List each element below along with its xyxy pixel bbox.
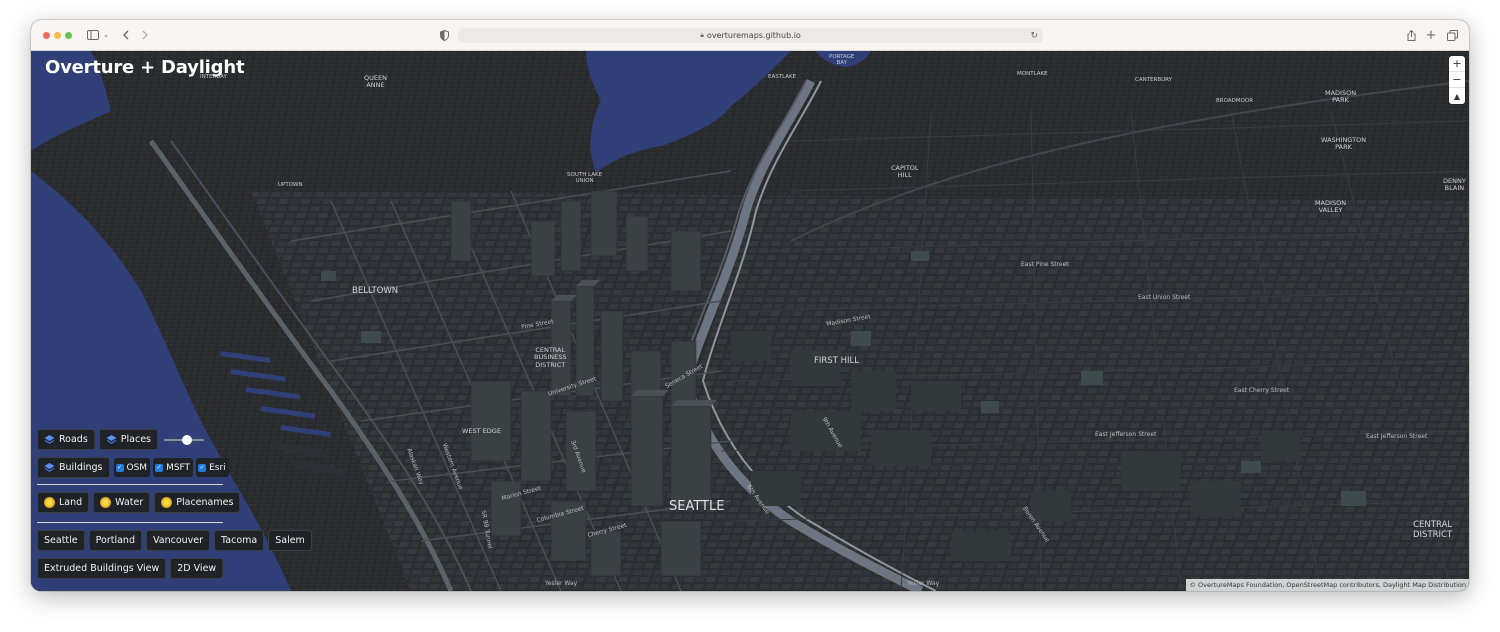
label-south-lake-union: SOUTH LAKE UNION: [567, 172, 603, 185]
address-url: overturemaps.github.io: [706, 31, 801, 40]
roads-toggle-button[interactable]: Roads: [37, 429, 95, 450]
sun-icon: [161, 497, 173, 508]
checkmark-icon: ✓: [198, 463, 207, 472]
places-label: Places: [120, 434, 152, 445]
view-button-row: Extruded Buildings View 2D View: [37, 558, 227, 579]
zoom-in-button[interactable]: +: [1449, 56, 1465, 72]
chevron-down-icon[interactable]: ⌄: [102, 27, 110, 43]
city-button-vancouver[interactable]: Vancouver: [146, 530, 211, 551]
road-label-yesler-way: Yesler Way: [545, 580, 578, 587]
label-capitol-hill: CAPITOL HILL: [891, 164, 919, 180]
buildings-label: Buildings: [59, 462, 103, 473]
checkmark-icon: ✓: [155, 463, 164, 472]
browser-toolbar: ⌄ 🔒︎ overturemaps.github.io ↻ +: [31, 20, 1469, 51]
label-belltown: BELLTOWN: [352, 286, 399, 296]
map-canvas[interactable]: Overture + Daylight INTERBAY QUEEN ANNE …: [31, 51, 1469, 591]
address-bar[interactable]: 🔒︎ overturemaps.github.io ↻: [458, 28, 1043, 43]
share-icon[interactable]: [1405, 27, 1417, 43]
placenames-label: Placenames: [176, 497, 234, 508]
osm-checkbox[interactable]: ✓ OSM: [113, 458, 151, 477]
compass-button[interactable]: ▲: [1449, 88, 1465, 104]
label-madison-park: MADISON PARK: [1325, 89, 1357, 105]
buildings-toggle-button[interactable]: Buildings: [37, 457, 110, 478]
esri-label: Esri: [209, 462, 226, 473]
label-montlake: MONTLAKE: [1017, 71, 1048, 77]
zoom-control: + − ▲: [1449, 56, 1465, 104]
esri-checkbox[interactable]: ✓ Esri: [196, 458, 229, 477]
label-west-edge: WEST EDGE: [462, 427, 501, 435]
land-label: Land: [59, 497, 83, 508]
lock-icon: 🔒︎: [700, 31, 704, 39]
divider: [37, 522, 223, 523]
zoom-out-button[interactable]: −: [1449, 72, 1465, 88]
2d-view-button[interactable]: 2D View: [170, 558, 224, 579]
label-denny-blaine: DENNY BLAIN: [1443, 177, 1466, 193]
zoom-window-button[interactable]: [65, 32, 72, 39]
water-label: Water: [115, 497, 144, 508]
places-toggle-button[interactable]: Places: [98, 429, 159, 450]
roads-label: Roads: [59, 434, 88, 445]
close-window-button[interactable]: [43, 32, 50, 39]
new-tab-icon[interactable]: +: [1426, 27, 1437, 43]
road-label-east-jefferson-street: East Jefferson Street: [1095, 431, 1157, 438]
layer-row-basemap: Land Water Placenames: [37, 492, 244, 513]
divider: [37, 484, 223, 485]
browser-window: ⌄ 🔒︎ overturemaps.github.io ↻ + Overture…: [31, 20, 1469, 591]
layers-icon: [106, 434, 117, 445]
layers-icon: [44, 462, 55, 473]
label-first-hill: FIRST HILL: [814, 356, 859, 366]
road-label-east-pine-street: East Pine Street: [1021, 261, 1069, 268]
sun-icon: [100, 497, 112, 508]
slider-knob[interactable]: [182, 434, 193, 445]
layers-icon: [44, 434, 55, 445]
label-madison-valley: MADISON VALLEY: [1315, 199, 1347, 215]
tab-overview-icon[interactable]: [1446, 27, 1458, 43]
road-label-east-union-street: East Union Street: [1138, 294, 1191, 301]
label-uptown: UPTOWN: [278, 182, 303, 188]
label-central-business-district: CENTRAL BUSINESS DISTRICT: [534, 346, 567, 369]
layer-row-buildings: Buildings ✓ OSM ✓ MSFT ✓ Esri: [37, 457, 232, 478]
road-label-east-jefferson-street-2: East Jefferson Street: [1366, 433, 1428, 440]
label-interbay: INTERBAY: [200, 74, 227, 80]
city-button-tacoma[interactable]: Tacoma: [214, 530, 265, 551]
city-button-portland[interactable]: Portland: [88, 530, 142, 551]
reload-icon[interactable]: ↻: [1030, 31, 1038, 41]
label-canterbury: CANTERBURY: [1135, 77, 1173, 83]
map-basemap: [31, 51, 1469, 591]
msft-checkbox[interactable]: ✓ MSFT: [153, 458, 194, 477]
water-toggle-button[interactable]: Water: [93, 492, 151, 513]
city-button-salem[interactable]: Salem: [268, 530, 312, 551]
opacity-slider[interactable]: [164, 434, 205, 446]
checkmark-icon: ✓: [115, 463, 124, 472]
map-attribution[interactable]: © OvertureMaps Foundation, OpenStreetMap…: [1186, 579, 1469, 591]
extruded-buildings-view-button[interactable]: Extruded Buildings View: [37, 558, 167, 579]
placenames-toggle-button[interactable]: Placenames: [154, 492, 241, 513]
label-broadmoor: BROADMOOR: [1216, 98, 1254, 104]
label-seattle: SEATTLE: [669, 499, 725, 514]
sidebar-toggle-icon[interactable]: [86, 27, 100, 43]
label-eastlake: EASTLAKE: [768, 74, 797, 80]
city-button-seattle[interactable]: Seattle: [37, 530, 85, 551]
land-toggle-button[interactable]: Land: [37, 492, 90, 513]
privacy-shield-icon[interactable]: [438, 27, 450, 43]
road-label-yesler-way-east: Yesler Way: [907, 580, 940, 587]
road-label-east-cherry-street: East Cherry Street: [1234, 387, 1290, 394]
label-queen-anne: QUEEN ANNE: [364, 74, 387, 90]
back-arrow-icon[interactable]: [120, 27, 130, 43]
label-portage-bay: PORTAGE BAY: [829, 54, 855, 67]
osm-label: OSM: [126, 462, 148, 473]
label-washington-park: WASHINGTON PARK: [1321, 136, 1367, 152]
minimize-window-button[interactable]: [54, 32, 61, 39]
layer-row-roads-places: Roads Places: [37, 429, 205, 450]
city-button-row: Seattle Portland Vancouver Tacoma Salem: [37, 530, 316, 551]
msft-label: MSFT: [166, 462, 191, 473]
sun-icon: [44, 497, 55, 508]
forward-arrow-icon[interactable]: [140, 27, 150, 43]
label-central-district: CENTRAL DISTRICT: [1413, 520, 1453, 540]
